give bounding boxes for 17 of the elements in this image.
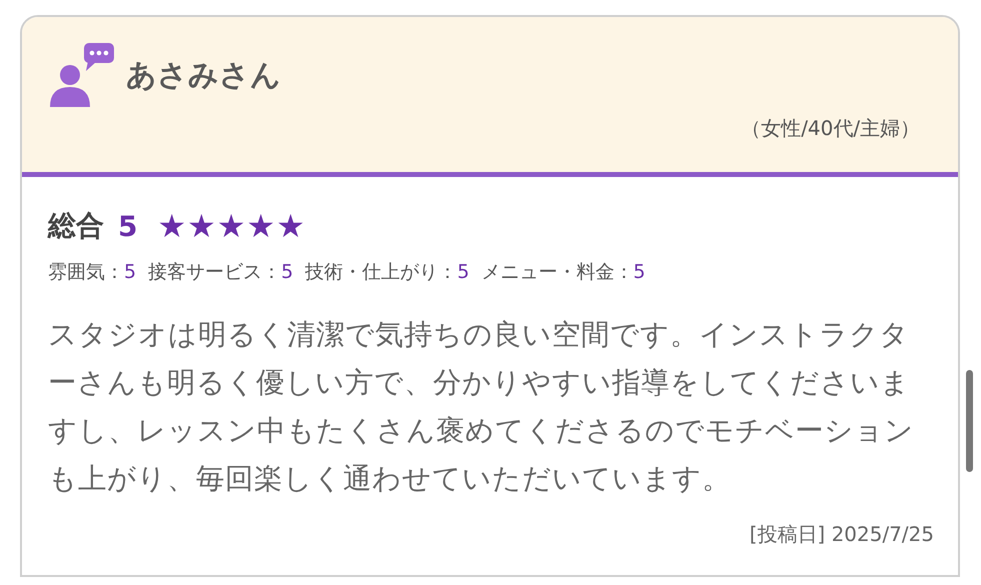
star-icon: ★ <box>216 210 246 242</box>
star-icon: ★ <box>157 210 186 242</box>
user-comment-icon <box>48 41 116 109</box>
overall-label: 総合 <box>48 208 104 244</box>
review-comment: スタジオは明るく清潔で気持ちの良い空間です。インストラクターさんも明るく優しい方で、分かりやすい指導をしてくださいますし、レッスン中もたくさん褒めてくださるのでモチベーションも上がり、毎回楽しく通わせていただいています。 <box>48 317 915 497</box>
posted-date: [投稿日] 2025/7/25 <box>748 521 934 548</box>
scrollbar-thumb[interactable] <box>966 370 973 472</box>
star-icon: ★ <box>276 210 305 242</box>
overall-score: 5 <box>118 210 138 242</box>
star-icon: ★ <box>246 210 276 242</box>
reviewer-profile: （女性/40代/主婦） <box>740 115 920 142</box>
star-icon: ★ <box>187 210 216 242</box>
sub-rating: 雰囲気：5 <box>48 260 136 285</box>
sub-rating: メニュー・料金：5 <box>481 260 646 285</box>
reviewer-name: あさみさん <box>126 56 281 94</box>
sub-rating: 接客サービス：5 <box>148 260 294 285</box>
sub-rating: 技術・仕上がり：5 <box>305 260 470 285</box>
